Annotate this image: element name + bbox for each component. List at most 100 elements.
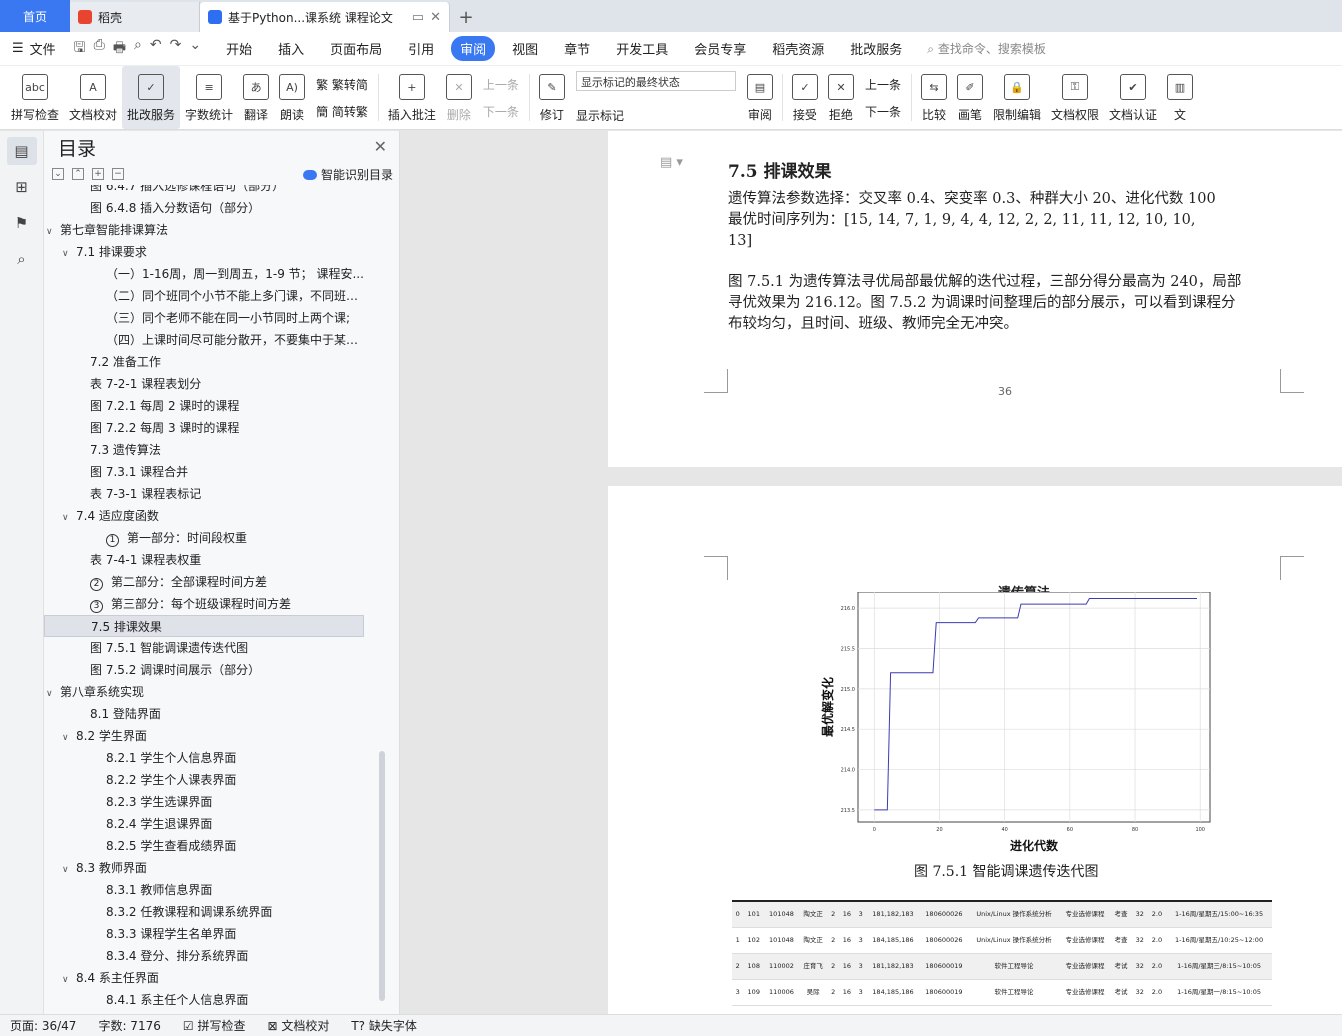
toc-item[interactable]: （三）同个老师不能在同一小节同时上两个课; [44, 307, 364, 329]
command-search[interactable]: ⌕ 查找命令、搜索模板 [927, 40, 1046, 57]
word-count-indicator[interactable]: 字数: 7176 [98, 1017, 160, 1034]
toc-item[interactable]: 8.1 登陆界面 [44, 703, 364, 725]
toc-item[interactable]: （二）同个班同个小节不能上多门课，不同班同... [44, 285, 364, 307]
toc-item[interactable]: 8.2.4 学生退课界面 [44, 813, 364, 835]
more-chevron-icon[interactable]: ⌄ [189, 37, 201, 61]
pen-button[interactable]: ✐ 画笔 [952, 66, 988, 129]
toc-item[interactable]: 图 7.3.1 课程合并 [44, 461, 364, 483]
menu-insert[interactable]: 插入 [269, 36, 313, 61]
chevron-down-icon[interactable]: ∨ [62, 243, 76, 263]
menu-docer-resources[interactable]: 稻壳资源 [763, 36, 833, 61]
markup-state-select[interactable]: 显示标记的最终状态 [575, 71, 736, 91]
chapter-nav-icon[interactable]: ⊞ [7, 173, 37, 201]
trad-to-simp-button[interactable]: 繁 繁转简 [316, 76, 368, 93]
toc-item[interactable]: 表 7-3-1 课程表标记 [44, 483, 364, 505]
find-icon[interactable]: ⌕ [7, 245, 37, 273]
toc-item[interactable]: ∨ 8.4 系主任界面 [44, 967, 364, 989]
prev-change-button[interactable]: 上一条 [865, 76, 901, 93]
compare-button[interactable]: ⇆ 比较 [916, 66, 952, 129]
bookmark-icon[interactable]: ⚑ [7, 209, 37, 237]
next-change-button[interactable]: 下一条 [865, 103, 901, 120]
menu-view[interactable]: 视图 [503, 36, 547, 61]
toc-item[interactable]: 8.4.1 系主任个人信息界面 [44, 989, 364, 1005]
toc-item[interactable]: ∨ 7.1 排课要求 [44, 241, 364, 263]
toc-item[interactable]: 7.5 排课效果 [44, 615, 364, 637]
menu-member[interactable]: 会员专享 [685, 36, 755, 61]
toc-item[interactable]: ∨ 8.2 学生界面 [44, 725, 364, 747]
toc-item[interactable]: 7.2 准备工作 [44, 351, 364, 373]
page-indicator[interactable]: 页面: 36/47 [10, 1017, 76, 1034]
toc-item[interactable]: 表 7-2-1 课程表划分 [44, 373, 364, 395]
show-markup-button[interactable]: 显示标记 [576, 107, 736, 124]
spell-check-status[interactable]: ☑ 拼写检查 [183, 1017, 246, 1034]
doc-outline-icon[interactable]: ▤ ▾ [660, 155, 683, 170]
file-menu[interactable]: ☰ 文件 [12, 39, 56, 58]
add-icon[interactable]: + [92, 168, 104, 180]
toc-item[interactable]: 1 第一部分：时间段权重 [44, 527, 364, 549]
toc-item[interactable]: 表 7-4-1 课程表权重 [44, 549, 364, 571]
toc-item[interactable]: 8.3.3 课程学生名单界面 [44, 923, 364, 945]
menu-reference[interactable]: 引用 [399, 36, 443, 61]
toc-item[interactable]: 图 7.5.2 调课时间展示（部分） [44, 659, 364, 681]
chevron-down-icon[interactable]: ∨ [62, 859, 76, 879]
restrict-edit-button[interactable]: 🔒 限制编辑 [988, 66, 1046, 129]
menu-chapter[interactable]: 章节 [555, 36, 599, 61]
ribbon-overflow-button[interactable]: ▥ 文 [1162, 66, 1198, 129]
toc-item[interactable]: ∨ 8.3 教师界面 [44, 857, 364, 879]
toc-icon[interactable]: ▤ [6, 137, 37, 165]
window-icon[interactable]: ▭ [412, 10, 424, 25]
word-count-button[interactable]: ≡ 字数统计 [180, 66, 238, 129]
tab-document[interactable]: 基于Python...课系统 课程论文 ▭ ✕ [200, 2, 450, 32]
save-icon[interactable]: 🖫 [74, 37, 86, 61]
menu-start[interactable]: 开始 [217, 36, 261, 61]
close-tab-icon[interactable]: ✕ [430, 10, 441, 25]
accept-button[interactable]: ✓ 接受 [787, 66, 823, 129]
menu-devtools[interactable]: 开发工具 [607, 36, 677, 61]
tab-home[interactable]: 首页 [0, 0, 70, 32]
chevron-down-icon[interactable]: ∨ [46, 221, 60, 241]
toc-item[interactable]: 8.3.1 教师信息界面 [44, 879, 364, 901]
toc-item[interactable]: 8.3.2 任教课程和调课系统界面 [44, 901, 364, 923]
correction-service-button[interactable]: ✓ 批改服务 [122, 66, 181, 129]
track-changes-button[interactable]: ✎ 修订 [534, 66, 570, 129]
reject-button[interactable]: ✕ 拒绝 [823, 66, 859, 129]
undo-icon[interactable]: ↶ [150, 37, 162, 61]
export-pdf-icon[interactable]: ⎙ [94, 37, 105, 61]
toc-item[interactable]: ∨ 7.4 适应度函数 [44, 505, 364, 527]
toc-item[interactable]: 图 6.4.8 插入分数语句（部分） [44, 197, 364, 219]
simp-to-trad-button[interactable]: 簡 简转繁 [316, 103, 368, 120]
toc-scrollbar[interactable] [379, 751, 385, 1001]
next-comment-button[interactable]: 下一条 [483, 103, 519, 120]
review-pane-button[interactable]: ▤ 审阅 [742, 66, 778, 129]
read-aloud-button[interactable]: A) 朗读 [274, 66, 310, 129]
redo-icon[interactable]: ↷ [170, 37, 182, 61]
tab-docer[interactable]: 稻壳 [70, 2, 200, 32]
toc-item[interactable]: 2 第二部分：全部课程时间方差 [44, 571, 364, 593]
remove-icon[interactable]: − [112, 168, 124, 180]
missing-font-status[interactable]: T? 缺失字体 [351, 1017, 417, 1034]
toc-item[interactable]: ∨ 第八章系统实现 [44, 681, 364, 703]
expand-icon[interactable]: ⌄ [52, 168, 64, 180]
doc-certify-button[interactable]: ✔ 文档认证 [1104, 66, 1162, 129]
toc-item[interactable]: 8.3.4 登分、排分系统界面 [44, 945, 364, 967]
menu-layout[interactable]: 页面布局 [321, 36, 391, 61]
toc-item[interactable]: 图 7.2.2 每周 3 课时的课程 [44, 417, 364, 439]
translate-button[interactable]: あ 翻译 [238, 66, 274, 129]
doc-permission-button[interactable]: ⚿ 文档权限 [1046, 66, 1104, 129]
doc-proof-button[interactable]: A 文档校对 [64, 66, 122, 129]
chevron-down-icon[interactable]: ∨ [62, 727, 76, 747]
new-tab-button[interactable]: + [450, 2, 482, 32]
close-icon[interactable]: ✕ [374, 137, 387, 156]
insert-comment-button[interactable]: + 插入批注 [383, 66, 441, 129]
toc-item[interactable]: （四）上课时间尽可能分散开，不要集中于某一... [44, 329, 364, 351]
toc-item[interactable]: 8.2.5 学生查看成绩界面 [44, 835, 364, 857]
proof-status[interactable]: ⊠ 文档校对 [267, 1017, 329, 1034]
toc-item[interactable]: 图 7.5.1 智能调课遗传迭代图 [44, 637, 364, 659]
toc-item[interactable]: 图 6.4.7 插入选修课程语句（部分） [44, 185, 364, 197]
toc-item[interactable]: 图 7.2.1 每周 2 课时的课程 [44, 395, 364, 417]
collapse-icon[interactable]: ⌃ [72, 168, 84, 180]
toc-item[interactable]: 7.3 遗传算法 [44, 439, 364, 461]
toc-item[interactable]: 8.2.1 学生个人信息界面 [44, 747, 364, 769]
toc-item[interactable]: 3 第三部分：每个班级课程时间方差 [44, 593, 364, 615]
chevron-down-icon[interactable]: ∨ [62, 969, 76, 989]
